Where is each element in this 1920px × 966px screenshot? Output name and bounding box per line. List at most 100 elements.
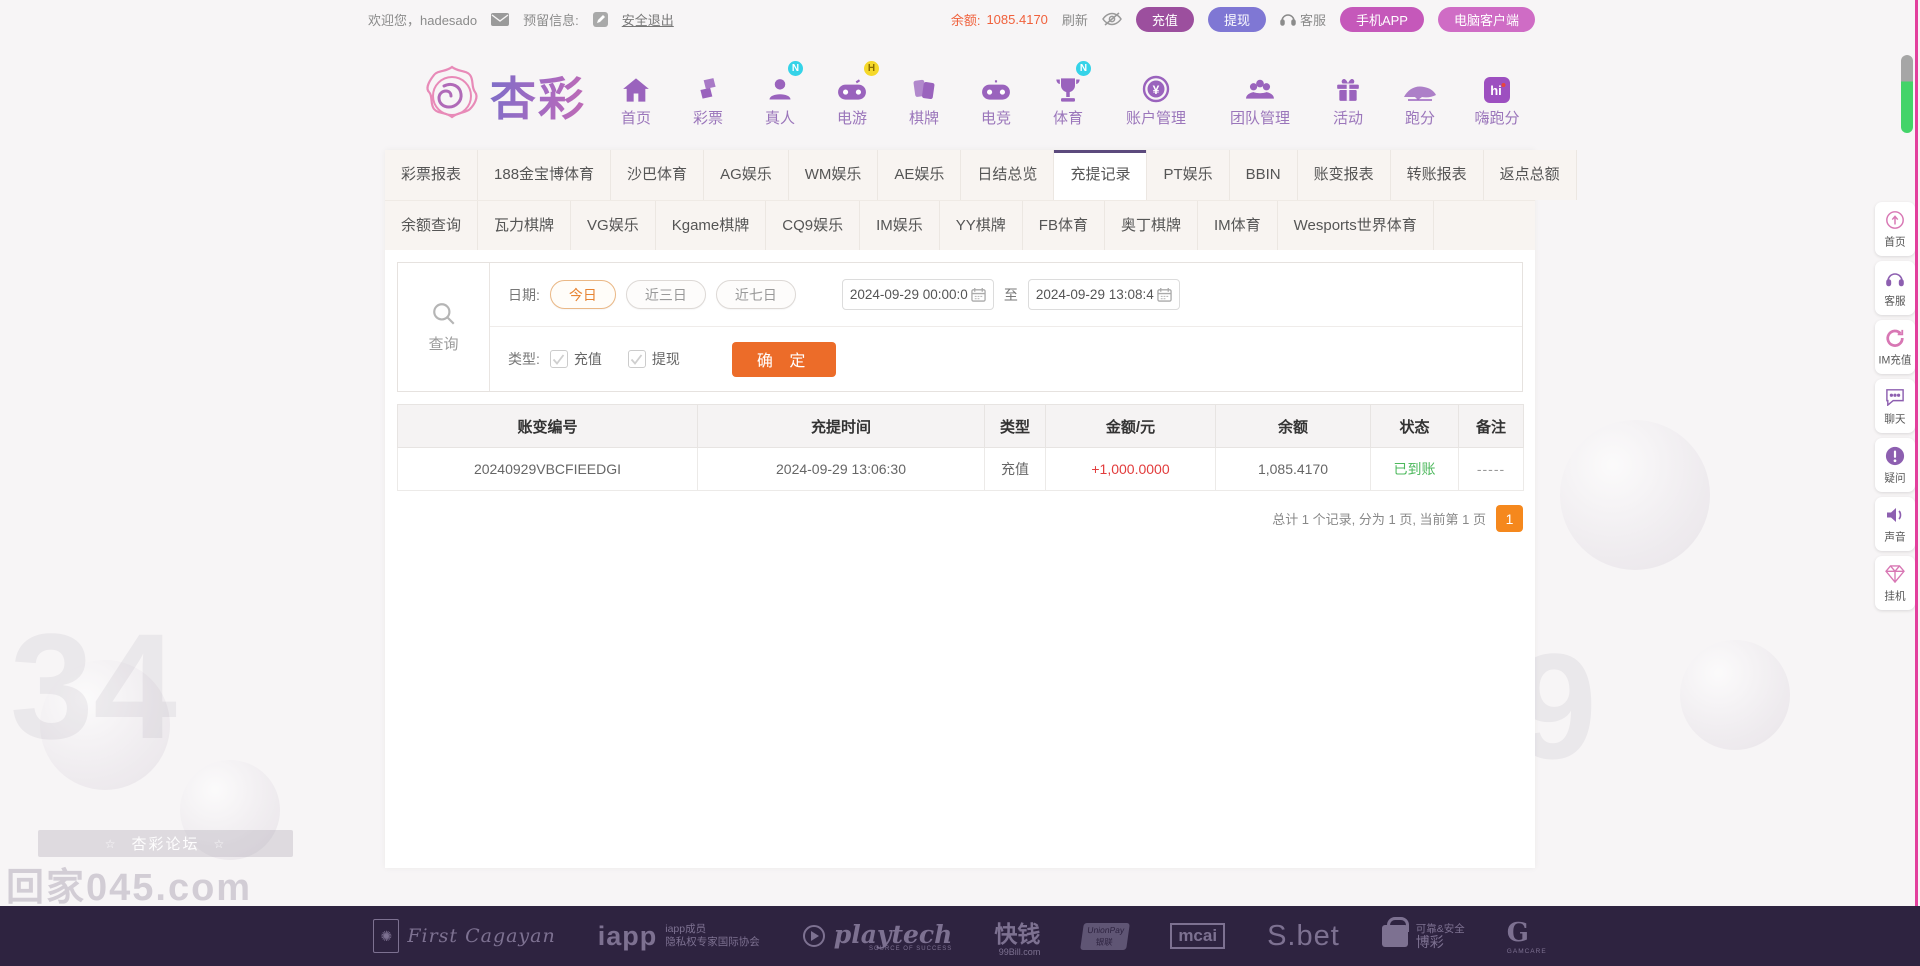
- tab-deposit-withdraw-records[interactable]: 充提记录: [1054, 150, 1148, 200]
- mobile-app-button[interactable]: 手机APP: [1339, 6, 1424, 32]
- nav-item-sports[interactable]: N 体育: [1039, 60, 1097, 128]
- logo-subtext: 博彩: [1415, 934, 1444, 950]
- sidebar-item-chat[interactable]: 聊天: [1875, 379, 1915, 433]
- date-to-input[interactable]: [1035, 287, 1154, 302]
- tab-fb-sports[interactable]: FB体育: [1022, 201, 1105, 250]
- customer-service-label: 客服: [1299, 12, 1326, 28]
- date-to-field[interactable]: [1027, 279, 1180, 310]
- tab-aoding-cards[interactable]: 奥丁棋牌: [1104, 201, 1198, 250]
- sidebar-item-afk[interactable]: 挂机: [1875, 556, 1915, 610]
- tab-wali-cards[interactable]: 瓦力棋牌: [478, 201, 572, 250]
- sidebar-item-im-recharge[interactable]: IM充值: [1875, 320, 1915, 374]
- seal-icon: ✺: [373, 919, 400, 953]
- col-balance: 余额: [1215, 404, 1371, 448]
- svg-text:¥: ¥: [1153, 83, 1160, 97]
- tab-cq9[interactable]: CQ9娱乐: [766, 201, 861, 250]
- withdraw-button[interactable]: 提现: [1207, 6, 1266, 32]
- nav-label: 电游: [836, 109, 867, 127]
- deposit-button[interactable]: 充值: [1135, 6, 1194, 32]
- tab-188-sports[interactable]: 188金宝博体育: [478, 150, 612, 200]
- tab-rebate-total[interactable]: 返点总额: [1483, 150, 1577, 200]
- nav-label: 体育: [1052, 109, 1083, 127]
- confirm-button[interactable]: 确 定: [731, 341, 837, 377]
- watermark-site-text: 回家045.com: [6, 867, 253, 909]
- eye-off-icon[interactable]: [1102, 12, 1122, 26]
- recharge-cycle-icon: [1876, 327, 1914, 349]
- nav-item-live[interactable]: N 真人: [751, 60, 809, 128]
- nav-item-hi-paofen[interactable]: hi 嗨跑分: [1463, 65, 1531, 128]
- refresh-link[interactable]: 刷新: [1062, 10, 1088, 29]
- tab-daily-summary[interactable]: 日结总览: [961, 150, 1055, 200]
- tab-wesports[interactable]: Wesports世界体育: [1277, 201, 1434, 250]
- range-3days-button[interactable]: 近三日: [625, 280, 706, 309]
- sidebar-item-service[interactable]: 客服: [1875, 261, 1915, 315]
- pc-client-button[interactable]: 电脑客户端: [1437, 6, 1535, 32]
- nav-item-account[interactable]: ¥ 账户管理: [1111, 65, 1201, 128]
- speaker-icon: [1876, 504, 1914, 526]
- nav-label: 首页: [620, 109, 651, 127]
- withdraw-checkbox[interactable]: [627, 350, 646, 368]
- customer-service-link[interactable]: 客服: [1280, 10, 1326, 29]
- range-today-button[interactable]: 今日: [549, 280, 616, 309]
- site-logo[interactable]: 杏彩: [420, 63, 586, 129]
- sidebar-item-home[interactable]: 首页: [1875, 202, 1915, 256]
- calendar-icon: [1157, 287, 1172, 302]
- logo-kuaiqian: 快钱 99Bill.com: [994, 915, 1040, 957]
- page-edge-accent: [1915, 0, 1918, 966]
- tab-ae[interactable]: AE娱乐: [878, 150, 962, 200]
- nav-item-cards[interactable]: 棋牌: [895, 65, 953, 128]
- tab-pt[interactable]: PT娱乐: [1147, 150, 1230, 200]
- logo-mcai: mcai: [1170, 923, 1226, 949]
- query-fields: 日期: 今日 近三日 近七日 至 类型:: [490, 263, 1522, 391]
- deposit-checkbox[interactable]: [549, 350, 568, 368]
- tab-vg[interactable]: VG娱乐: [571, 201, 656, 250]
- check-icon: [631, 353, 643, 365]
- logo-text: First Cagayan: [407, 925, 556, 947]
- date-label: 日期:: [508, 286, 540, 303]
- tab-im-sports[interactable]: IM体育: [1197, 201, 1278, 250]
- date-from-input[interactable]: [849, 287, 968, 302]
- rhino-logo-icon: [1391, 65, 1449, 103]
- type-deposit-option[interactable]: 充值: [549, 349, 602, 369]
- tab-wm[interactable]: WM娱乐: [788, 150, 879, 200]
- nav-item-esports[interactable]: 电竞: [967, 65, 1025, 128]
- tab-transfer-report[interactable]: 转账报表: [1390, 150, 1484, 200]
- page-1-button[interactable]: 1: [1496, 505, 1523, 532]
- lock-icon: [1381, 917, 1409, 947]
- logo-text: S.bet: [1267, 919, 1340, 952]
- nav-item-lottery[interactable]: 彩票: [679, 65, 737, 128]
- star-icon: ☆: [213, 836, 227, 851]
- type-withdraw-option[interactable]: 提现: [627, 349, 680, 369]
- nav-item-home[interactable]: 首页: [607, 65, 665, 128]
- tab-account-change-report[interactable]: 账变报表: [1297, 150, 1391, 200]
- sidebar-item-label: 首页: [1884, 237, 1906, 249]
- hi-app-icon: hi: [1463, 65, 1531, 103]
- sidebar-item-sound[interactable]: 声音: [1875, 497, 1915, 551]
- range-7days-button[interactable]: 近七日: [715, 280, 796, 309]
- tab-lottery-report[interactable]: 彩票报表: [385, 150, 479, 200]
- footer: ✺ First Cagayan iapp iapp成员 隐私权专家国际协会 pl…: [0, 906, 1920, 966]
- scrollbar-thumb[interactable]: [1901, 55, 1913, 133]
- envelope-icon[interactable]: [491, 12, 510, 26]
- nav-item-slots[interactable]: H 电游: [823, 60, 881, 128]
- tab-saba-sports[interactable]: 沙巴体育: [611, 150, 705, 200]
- site-header: 杏彩 首页 彩票 N 真人 H 电游 棋牌 电竞 N 体育 ¥ 账户管理 团队管…: [420, 46, 1540, 146]
- tab-kgame[interactable]: Kgame棋牌: [655, 201, 767, 250]
- tab-yy-cards[interactable]: YY棋牌: [939, 201, 1023, 250]
- nav-item-paofen[interactable]: 跑分: [1391, 65, 1449, 128]
- decor-ball: [1560, 420, 1710, 570]
- tab-bbin[interactable]: BBIN: [1229, 150, 1298, 200]
- nav-item-team[interactable]: 团队管理: [1215, 65, 1305, 128]
- sidebar-item-label: 聊天: [1884, 414, 1906, 426]
- tab-im-entertainment[interactable]: IM娱乐: [860, 201, 940, 250]
- logout-link[interactable]: 安全退出: [622, 10, 674, 29]
- date-from-field[interactable]: [841, 279, 994, 310]
- edit-icon[interactable]: [592, 11, 608, 27]
- tab-balance-query[interactable]: 余额查询: [385, 201, 479, 250]
- nav-label: 跑分: [1404, 109, 1435, 127]
- nav-label: 真人: [764, 109, 795, 127]
- nav-item-promotions[interactable]: 活动: [1319, 65, 1377, 128]
- sidebar-item-question[interactable]: 疑问: [1875, 438, 1915, 492]
- tab-ag[interactable]: AG娱乐: [704, 150, 789, 200]
- logo-text: G: [1506, 917, 1530, 948]
